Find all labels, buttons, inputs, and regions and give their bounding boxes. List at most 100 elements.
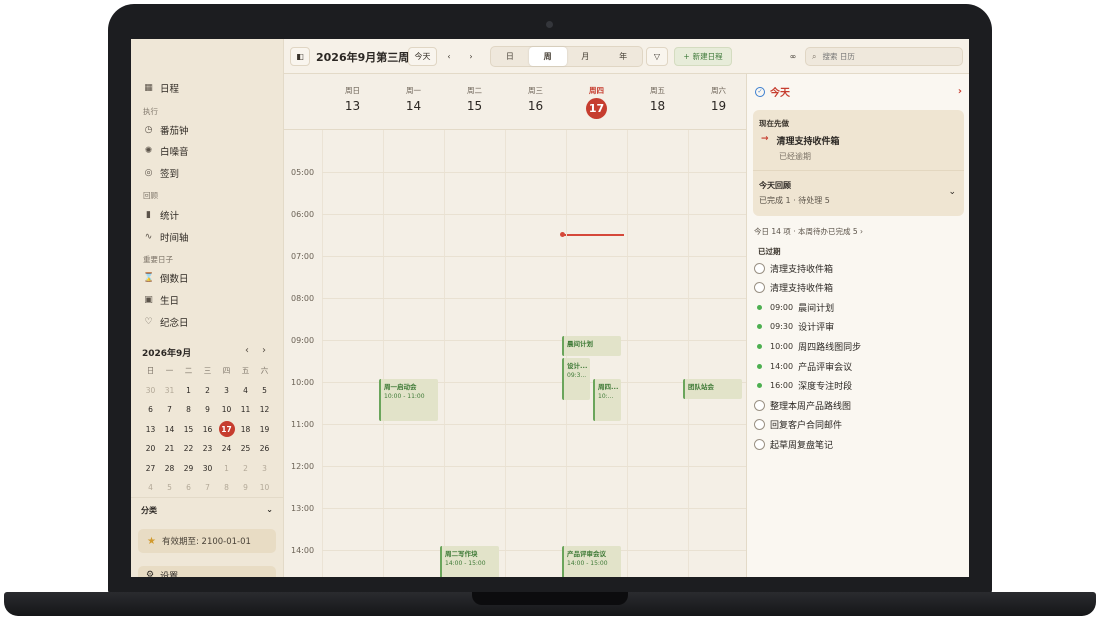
task-item[interactable]: 清理支持收件箱	[754, 280, 833, 296]
task-checkbox[interactable]	[754, 438, 765, 450]
mini-calendar-day[interactable]: 30	[198, 459, 217, 479]
today-summary-link[interactable]: 今日 14 项 · 本周待办已完成 5 ›	[754, 226, 863, 237]
mini-calendar-day[interactable]: 13	[141, 420, 160, 440]
mini-calendar-today[interactable]: 17	[218, 421, 235, 438]
mini-calendar-day[interactable]: 26	[255, 439, 274, 459]
mini-calendar-day[interactable]: 25	[236, 439, 255, 459]
day-column-header[interactable]: 周四 17	[566, 74, 627, 119]
mini-calendar-day[interactable]: 21	[160, 439, 179, 459]
day-column-header[interactable]: 周三 16	[505, 74, 566, 113]
mini-calendar-day[interactable]: 6	[141, 400, 160, 420]
mini-calendar-day[interactable]: 20	[141, 439, 160, 459]
task-item[interactable]: 整理本周产品路线图	[754, 397, 851, 413]
settings-button[interactable]: ⚙ 设置	[138, 566, 276, 577]
mini-calendar-day[interactable]: 23	[198, 439, 217, 459]
task-checkbox[interactable]	[754, 282, 765, 294]
mini-calendar-day[interactable]: 4	[236, 381, 255, 401]
mini-calendar-day[interactable]: 5	[255, 381, 274, 401]
view-week-tab[interactable]: 周	[528, 47, 567, 66]
sidebar-item-white-noise[interactable]: ✺ 白噪音	[143, 142, 189, 160]
mini-calendar-day[interactable]: 2	[236, 459, 255, 479]
mini-calendar-day[interactable]: 1	[179, 381, 198, 401]
now-task[interactable]: → 清理支持收件箱	[761, 134, 840, 147]
sidebar-item-birthday[interactable]: ▣ 生日	[143, 291, 179, 309]
mini-calendar-day[interactable]: 7	[198, 478, 217, 498]
mini-calendar-day[interactable]: 14	[160, 420, 179, 440]
mini-calendar-day[interactable]: 19	[255, 420, 274, 440]
view-day-tab[interactable]: 日	[491, 47, 529, 66]
mini-calendar-next-button[interactable]: ›	[262, 345, 266, 356]
prev-week-button[interactable]: ‹	[440, 47, 458, 66]
sidebar-item-checkin[interactable]: ◎ 签到	[143, 164, 179, 182]
task-item[interactable]: 09:00 晨间计划	[754, 299, 834, 315]
review-expand-button[interactable]: ⌄	[948, 187, 956, 197]
category-header[interactable]: 分类 ⌄	[141, 505, 273, 516]
mini-calendar-day[interactable]: 22	[179, 439, 198, 459]
mini-calendar-day[interactable]: 10	[255, 478, 274, 498]
mini-calendar-day[interactable]: 3	[217, 381, 236, 401]
search-input[interactable]	[822, 52, 943, 61]
mini-calendar-day[interactable]: 7	[160, 400, 179, 420]
search-box[interactable]: ⌕	[805, 47, 963, 66]
day-column-header[interactable]: 周一 14	[383, 74, 444, 113]
calendar-event[interactable]: 团队站会	[683, 379, 742, 399]
mini-calendar-day[interactable]: 10	[217, 400, 236, 420]
mini-calendar-day[interactable]: 3	[255, 459, 274, 479]
calendar-event[interactable]: 产品评审会议 14:00 - 15:00	[562, 546, 621, 577]
view-year-tab[interactable]: 年	[604, 47, 642, 66]
new-event-button[interactable]: + 新建日程	[674, 47, 732, 66]
next-week-button[interactable]: ›	[462, 47, 480, 66]
task-item[interactable]: 09:30 设计评审	[754, 319, 834, 335]
calendar-event[interactable]: 周一启动会 10:00 - 11:00	[379, 379, 438, 421]
sidebar-item-schedule[interactable]: ▦ 日程	[143, 79, 179, 97]
mini-calendar-day[interactable]: 28	[160, 459, 179, 479]
task-item[interactable]: 回复客户合同邮件	[754, 417, 842, 433]
task-checkbox[interactable]	[754, 399, 765, 411]
mini-calendar-day[interactable]: 1	[217, 459, 236, 479]
link-button[interactable]: ∞	[786, 47, 800, 66]
calendar-event[interactable]: 周二写作块 14:00 - 15:00	[440, 546, 499, 577]
sidebar-item-countdown[interactable]: ⌛ 倒数日	[143, 269, 189, 287]
mini-calendar-day[interactable]: 8	[179, 400, 198, 420]
mini-calendar-day[interactable]: 12	[255, 400, 274, 420]
mini-calendar-day[interactable]: 8	[217, 478, 236, 498]
mini-calendar-day[interactable]: 30	[141, 381, 160, 401]
task-item[interactable]: 16:00 深度专注时段	[754, 378, 852, 394]
mini-calendar-day[interactable]: 15	[179, 420, 198, 440]
sidebar-item-timeline[interactable]: ∿ 时间轴	[143, 228, 189, 246]
day-column-header[interactable]: 周六 19	[688, 74, 749, 113]
view-month-tab[interactable]: 月	[567, 47, 605, 66]
calendar-event[interactable]: 晨间计划	[562, 336, 621, 356]
today-button[interactable]: 今天	[408, 47, 437, 66]
sidebar-item-stats[interactable]: ▮ 统计	[143, 206, 179, 224]
task-item[interactable]: 14:00 产品评审会议	[754, 358, 852, 374]
day-column-header[interactable]: 周二 15	[444, 74, 505, 113]
calendar-event[interactable]: 设计... 09:3...	[562, 358, 590, 400]
mini-calendar-day[interactable]: 9	[198, 400, 217, 420]
task-item[interactable]: 清理支持收件箱	[754, 260, 833, 276]
mini-calendar-day[interactable]: 27	[141, 459, 160, 479]
mini-calendar-day[interactable]: 6	[179, 478, 198, 498]
mini-calendar-day[interactable]: 31	[160, 381, 179, 401]
mini-calendar-day[interactable]: 18	[236, 420, 255, 440]
mini-calendar-day[interactable]: 4	[141, 478, 160, 498]
sidebar-item-pomodoro[interactable]: ◷ 番茄钟	[143, 121, 189, 139]
day-column-header[interactable]: 周日 13	[322, 74, 383, 113]
mini-calendar-day[interactable]: 2	[198, 381, 217, 401]
mini-calendar-day[interactable]: 24	[217, 439, 236, 459]
mini-calendar-prev-button[interactable]: ‹	[245, 345, 249, 356]
task-item[interactable]: 起草周复盘笔记	[754, 436, 833, 452]
day-column-header[interactable]: 周五 18	[627, 74, 688, 113]
filter-button[interactable]: ▽	[646, 47, 668, 66]
task-item[interactable]: 10:00 周四路线图同步	[754, 338, 861, 354]
mini-calendar-day[interactable]: 16	[198, 420, 217, 440]
task-checkbox[interactable]	[754, 262, 765, 274]
sidebar-item-anniversary[interactable]: ♡ 纪念日	[143, 313, 188, 331]
mini-calendar-day[interactable]: 5	[160, 478, 179, 498]
mini-calendar-day[interactable]: 29	[179, 459, 198, 479]
sidebar-toggle-button[interactable]: ◧	[290, 47, 310, 66]
mini-calendar-day[interactable]: 9	[236, 478, 255, 498]
mini-calendar-day[interactable]: 11	[236, 400, 255, 420]
today-panel-header[interactable]: ✓ 今天 ›	[755, 84, 962, 99]
calendar-event[interactable]: 周四... 10:...	[593, 379, 621, 421]
